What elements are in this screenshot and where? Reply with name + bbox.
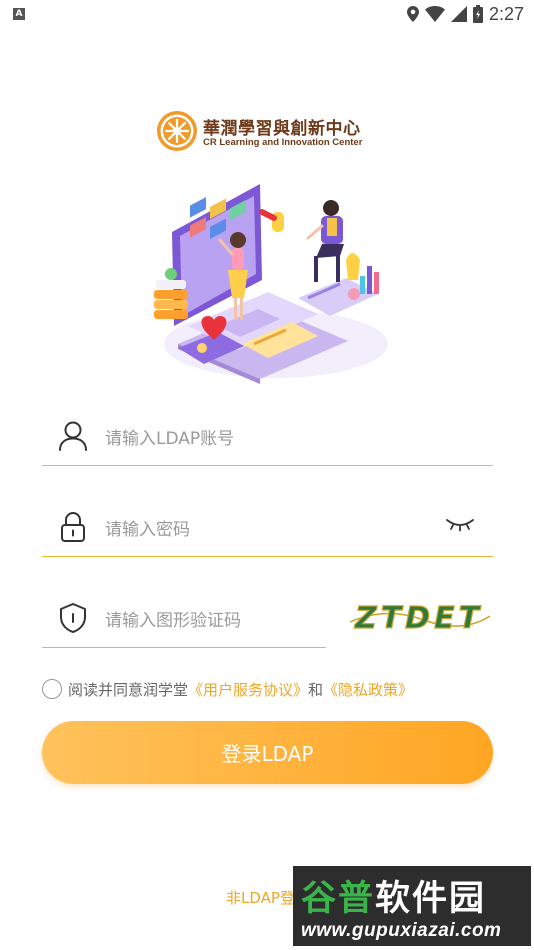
captcha-field[interactable]: 请输入图形验证码: [42, 588, 326, 648]
password-placeholder: 请输入密码: [105, 520, 190, 540]
non-ldap-login-link[interactable]: 非LDAP登: [226, 887, 295, 908]
login-button-label: 登录LDAP: [221, 742, 314, 766]
privacy-link[interactable]: 《隐私政策》: [323, 679, 413, 700]
agreement-checkbox[interactable]: [42, 679, 62, 699]
status-indicators: 2:27: [406, 3, 524, 25]
agreement-prefix: 阅读并同意润学堂: [68, 680, 189, 699]
captcha-text: ZTDET: [354, 601, 483, 636]
agreement-conjunction: 和: [308, 680, 324, 699]
logo-chinese-name: 華潤學習與創新中心: [203, 119, 361, 139]
logo-emblem-icon: [157, 111, 197, 151]
logo-english-name: CR Learning and Innovation Center: [203, 137, 363, 148]
watermark-title-white: 软件园: [375, 879, 487, 919]
watermark-title: 谷普软件园: [301, 870, 486, 921]
signal-icon: [450, 6, 467, 22]
login-button[interactable]: 登录LDAP: [42, 721, 493, 784]
watermark-title-green: 谷普: [301, 879, 376, 919]
status-time: 2:27: [488, 3, 524, 24]
eye-closed-icon[interactable]: [445, 516, 475, 532]
watermark: 谷普软件园 www.gupuxiazai.com: [293, 866, 531, 946]
captcha-placeholder: 请输入图形验证码: [105, 611, 241, 631]
agreement-row: 阅读并同意润学堂 《用户服务协议》 和 《隐私政策》: [42, 677, 413, 701]
lock-icon: [61, 512, 85, 542]
username-field[interactable]: 请输入LDAP账号: [42, 406, 493, 466]
captcha-image[interactable]: ZTDET: [346, 592, 492, 640]
location-icon: [406, 6, 419, 22]
user-icon: [59, 421, 87, 451]
username-placeholder: 请输入LDAP账号: [105, 429, 235, 449]
watermark-url: www.gupuxiazai.com: [301, 920, 502, 941]
wifi-icon: [424, 6, 445, 22]
battery-icon: [472, 5, 483, 23]
status-bar: A 2:27: [0, 0, 534, 28]
logo: 華潤學習與創新中心 CR Learning and Innovation Cen…: [156, 110, 396, 156]
password-field[interactable]: 请输入密码: [42, 497, 493, 557]
shield-icon: [60, 603, 86, 633]
notification-a-icon: A: [13, 8, 25, 20]
terms-link[interactable]: 《用户服务协议》: [188, 679, 308, 700]
hero-illustration: [154, 184, 388, 384]
